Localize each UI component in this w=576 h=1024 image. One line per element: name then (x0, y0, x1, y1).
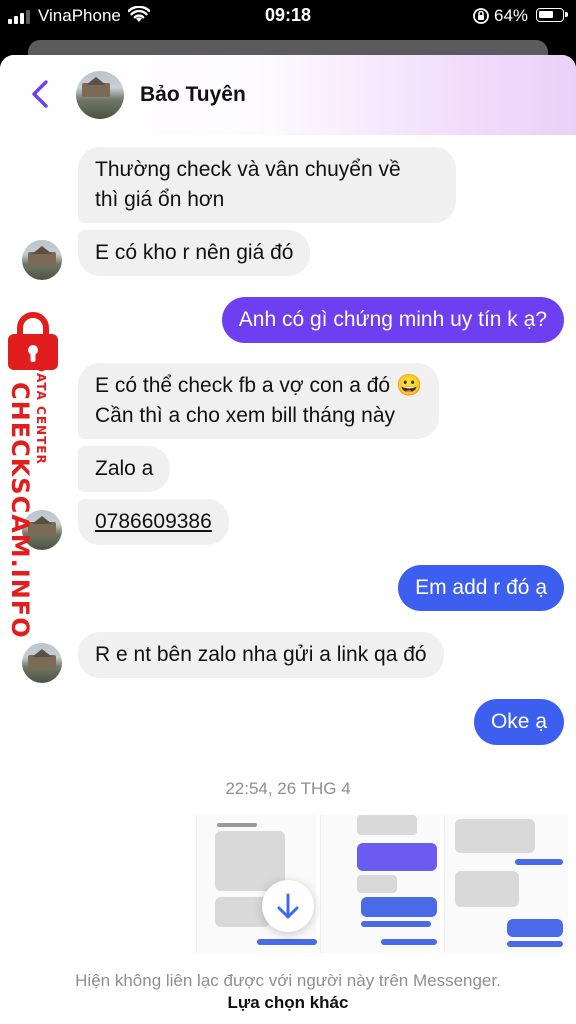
chat-sheet: Bảo Tuyên Thường check và vân chuyển về … (0, 55, 576, 1024)
message-bubble-incoming[interactable]: E có kho r nên giá đó (78, 230, 311, 276)
attachment-thumbnail[interactable] (320, 815, 440, 953)
message-text: Thường check và vân chuyển về (95, 158, 401, 181)
message-text: Cần thì a cho xem bill tháng này (95, 404, 396, 427)
scroll-to-bottom-button[interactable] (262, 880, 314, 932)
message-text: Zalo a (95, 457, 154, 480)
message-bubble-incoming[interactable]: Thường check và vân chuyển về thì giá ổn… (78, 147, 456, 223)
message-text: R e nt bên zalo nha gửi a link qa đó (95, 643, 427, 666)
lock-icon (8, 312, 58, 370)
message-bubble-incoming[interactable]: Zalo a (78, 446, 171, 492)
chat-header: Bảo Tuyên (0, 55, 576, 135)
message-timestamp: 22:54, 26 THG 4 (225, 779, 351, 798)
battery-percent: 64% (494, 6, 529, 25)
contact-avatar-small[interactable] (22, 643, 62, 683)
message-text: Anh có gì chứng minh uy tín k ạ? (238, 308, 547, 331)
attachment-thumbnail[interactable] (444, 815, 568, 953)
back-chevron-icon[interactable] (28, 79, 54, 109)
orientation-lock-icon (473, 8, 489, 24)
battery-icon (536, 8, 568, 22)
watermark: DATA CENTER CHECKSCAM.INFO (4, 312, 62, 639)
watermark-brand: CHECKSCAM.INFO (6, 382, 34, 639)
message-bubble-outgoing[interactable]: Oke ạ (473, 699, 564, 745)
message-bubble-incoming[interactable]: E có thể check fb a vợ con a đó 😀 Cần th… (78, 363, 440, 439)
contact-name[interactable]: Bảo Tuyên (140, 83, 246, 107)
phone-number-link[interactable]: 0786609386 (95, 510, 212, 533)
status-bar: VinaPhone 09:18 64% (0, 0, 576, 32)
message-text: E có kho r nên giá đó (95, 241, 294, 264)
message-text: thì giá ổn hơn (95, 188, 225, 211)
unavailable-notice: Hiện không liên lạc được với người này t… (75, 971, 501, 990)
arrow-down-icon (277, 893, 299, 919)
message-bubble-incoming[interactable]: R e nt bên zalo nha gửi a link qa đó (78, 632, 444, 678)
image-attachment[interactable] (196, 815, 568, 953)
contact-avatar[interactable] (76, 71, 124, 119)
message-bubble-outgoing[interactable]: Em add r đó ạ (398, 565, 564, 611)
contact-avatar-small[interactable] (22, 240, 62, 280)
other-options-button[interactable]: Lựa chọn khác (0, 993, 576, 1013)
watermark-subtitle: DATA CENTER (34, 362, 48, 465)
message-bubble-incoming[interactable]: 0786609386 (78, 499, 229, 545)
message-text: Oke ạ (490, 710, 547, 733)
message-text: E có thể check fb a vợ con a đó 😀 (95, 374, 423, 397)
message-bubble-outgoing[interactable]: Anh có gì chứng minh uy tín k ạ? (221, 297, 564, 343)
message-text: Em add r đó ạ (415, 576, 547, 599)
